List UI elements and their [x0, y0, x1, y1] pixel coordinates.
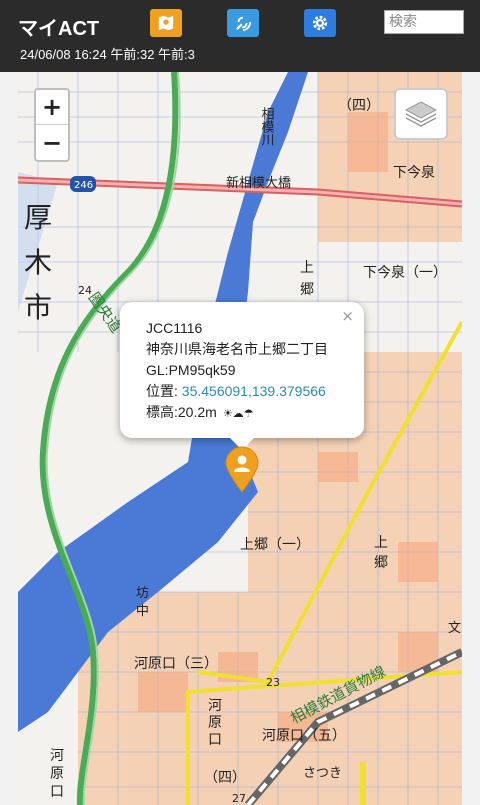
route-shield: 246	[70, 176, 96, 192]
app-title: マイACT	[18, 18, 100, 40]
zoom-out-button[interactable]: −	[36, 125, 68, 160]
svg-text:郷: 郷	[300, 282, 314, 298]
svg-text:246: 246	[74, 180, 93, 191]
svg-text:口: 口	[50, 784, 64, 800]
popup-address: 神奈川県海老名市上郷二丁目	[146, 341, 328, 357]
svg-text:河原口（三）: 河原口（三）	[134, 656, 218, 672]
svg-text:相模川: 相模川	[259, 107, 275, 146]
svg-text:原: 原	[208, 715, 222, 731]
svg-text:27: 27	[232, 792, 246, 805]
popup-gl: GL:PM95qk59	[146, 362, 236, 378]
svg-text:下今泉: 下今泉	[393, 164, 435, 181]
location-marker-icon[interactable]	[224, 446, 260, 494]
svg-text:郷: 郷	[374, 555, 388, 571]
map-button[interactable]	[150, 9, 182, 37]
svg-text:（四）: （四）	[204, 770, 246, 786]
svg-text:河原口（五）: 河原口（五）	[262, 728, 346, 744]
gear-icon	[312, 15, 328, 31]
location-popup: × JCC1116 神奈川県海老名市上郷二丁目 GL:PM95qk59 位置: …	[120, 302, 364, 450]
weather-icon: ☀☁☂	[222, 407, 254, 420]
zoom-control: + −	[34, 88, 70, 162]
layers-button[interactable]	[394, 88, 448, 140]
search-input[interactable]	[384, 10, 464, 34]
svg-text:市: 市	[24, 291, 52, 324]
svg-text:下今泉（一）: 下今泉（一）	[363, 264, 447, 281]
position-link[interactable]: 35.456091,139.379566	[182, 383, 326, 399]
svg-text:新相模大橋: 新相模大橋	[226, 175, 291, 191]
popup-close-button[interactable]: ×	[341, 306, 354, 327]
layers-icon	[404, 101, 438, 127]
settings-button[interactable]	[304, 9, 336, 37]
svg-text:上: 上	[300, 260, 314, 276]
svg-text:中: 中	[136, 604, 149, 619]
map-icon	[158, 15, 174, 31]
popup-position: 位置: 35.456091,139.379566	[146, 383, 326, 399]
svg-text:上: 上	[374, 535, 388, 551]
svg-text:原: 原	[50, 766, 64, 782]
svg-text:坊: 坊	[136, 586, 149, 601]
svg-text:さつき: さつき	[303, 766, 342, 781]
signal-button[interactable]	[227, 9, 259, 37]
svg-text:上郷（一）: 上郷（一）	[240, 537, 310, 553]
svg-text:木: 木	[24, 246, 52, 279]
svg-text:河: 河	[208, 698, 222, 714]
signal-icon	[236, 16, 252, 32]
popup-code: JCC1116	[146, 320, 203, 336]
svg-text:厚: 厚	[24, 201, 52, 234]
svg-text:23: 23	[266, 676, 280, 689]
app-header: マイACT 24/06/08 16:24 午前:32 午前:3	[0, 0, 480, 72]
map-view[interactable]: 相模川 新相模大橋 厚 木 市 下今泉 下今泉（一） 上 郷 上郷（一） 上 郷…	[18, 72, 462, 805]
zoom-in-button[interactable]: +	[36, 90, 68, 125]
status-line: 24/06/08 16:24 午前:32 午前:3	[20, 47, 195, 62]
svg-text:口: 口	[208, 732, 222, 748]
svg-text:（四）: （四）	[338, 98, 380, 114]
svg-text:文: 文	[448, 621, 461, 636]
svg-text:河: 河	[50, 748, 64, 764]
popup-elevation: 標高:20.2m ☀☁☂	[146, 404, 254, 420]
